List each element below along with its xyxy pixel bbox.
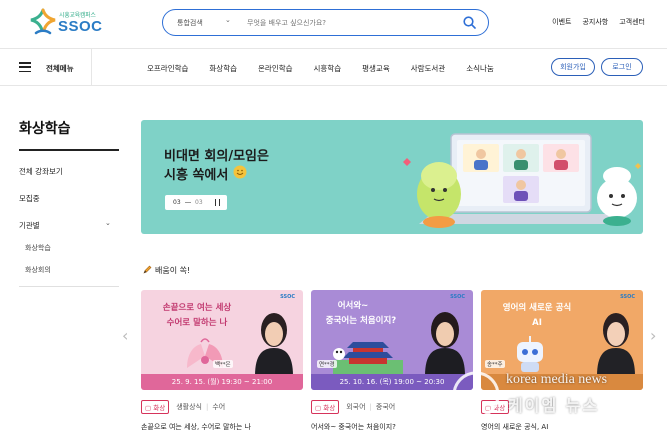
sidebar-bottom-divider	[19, 286, 119, 287]
course-title[interactable]: 손끝으로 여는 세상, 수어로 말하는 나	[141, 422, 251, 432]
course-schedule: 25. 9. 15. (월) 19:30 ~ 21:00	[141, 374, 303, 390]
link-support[interactable]: 고객센터	[619, 17, 645, 27]
site-logo[interactable]: 시흥교육캠퍼스 SSOC	[28, 8, 108, 38]
pager-current: 03	[173, 199, 181, 206]
banner-line-1: 비대면 회의/모임은	[164, 149, 269, 164]
all-menu-label: 전체메뉴	[46, 64, 74, 73]
link-notices[interactable]: 공지사항	[582, 17, 608, 27]
search-icon[interactable]	[463, 16, 476, 29]
all-menu-button[interactable]: 전체메뉴	[0, 49, 92, 86]
sidebar-divider	[19, 149, 119, 151]
ssoc-logo-mark	[30, 8, 56, 35]
course-card-2[interactable]: 어서와~ 중국어는 처음이지? SSOC 연**경 25. 10. 16. (목…	[311, 290, 473, 431]
card-logo: SSOC	[620, 294, 635, 300]
nav-items: 오프라인학습 화상학습 온라인학습 시흥학습 평생교육 사람도서관 소식나눔	[147, 63, 515, 74]
course-subcategory: 수어	[212, 403, 226, 411]
nav-item-news[interactable]: 소식나눔	[466, 63, 494, 74]
tag-separator: |	[369, 403, 372, 411]
sidebar-title: 화상학습	[19, 121, 71, 137]
site-header: 시흥교육캠퍼스 SSOC 통합검색 ⌄ 이벤트 공지사항 고객센터	[0, 0, 667, 48]
course-card-1[interactable]: 손끝으로 여는 세상 수어로 말하는 나 SSOC 백**은 25. 9. 15…	[141, 290, 303, 431]
presenter-name: 연**경	[317, 360, 337, 368]
chevron-down-icon[interactable]: ⌄	[105, 219, 111, 227]
pager-divider	[185, 202, 191, 203]
sidebar-item-by-institution[interactable]: 기관별	[19, 220, 40, 231]
nav-item-online[interactable]: 온라인학습	[258, 63, 293, 74]
thumb-line-2: AI	[532, 318, 542, 328]
smile-emoji-icon	[233, 165, 247, 179]
banner-pager: 03 03	[165, 195, 227, 210]
course-tags: ▢ 화상 외국어 | 중국어	[311, 400, 395, 414]
banner-line-2: 시흥 쏙에서	[164, 168, 229, 183]
presenter-photo	[255, 313, 293, 376]
section-title: 배움이 쏙!	[143, 265, 190, 276]
search-scope-select[interactable]: 통합검색	[177, 18, 203, 28]
thumb-line-2: 중국어는 처음이지?	[325, 316, 397, 326]
hamburger-icon[interactable]	[19, 62, 31, 73]
nav-item-human-library[interactable]: 사람도서관	[411, 63, 446, 74]
course-schedule: 25. 10. 16. (목) 19:00 ~ 20:30	[311, 374, 473, 390]
card-logo: SSOC	[450, 294, 465, 300]
thumb-line-2: 수어로 말하는 나	[166, 318, 228, 328]
news-watermark: kmn korea media news 케이엠 뉴스	[450, 365, 650, 425]
nav-item-siheung[interactable]: 시흥학습	[314, 63, 342, 74]
mode-badge: ▢ 화상	[141, 400, 170, 414]
card-logo: SSOC	[280, 294, 295, 300]
pause-icon[interactable]	[215, 199, 220, 206]
kmn-logo-text: kmn	[463, 388, 490, 403]
course-category: 생활상식	[176, 403, 202, 411]
course-subcategory: 중국어	[375, 403, 396, 411]
video-meeting-illustration	[403, 133, 641, 228]
pencil-icon	[143, 265, 152, 274]
sidebar-item-recruiting[interactable]: 모집중	[19, 193, 40, 204]
hero-banner[interactable]: 비대면 회의/모임은 시흥 쏙에서 03 03	[141, 120, 643, 234]
thumb-line-1: 어서와~	[337, 301, 369, 311]
mode-badge: ▢ 화상	[311, 400, 340, 414]
mode-badge-label: 화상	[323, 404, 336, 412]
chinese-temple-illustration	[333, 342, 403, 374]
pager-total: 03	[195, 199, 203, 206]
course-tags: ▢ 화상 생활상식 | 수어	[141, 400, 225, 414]
search-bar: 통합검색 ⌄	[162, 9, 489, 36]
thumb-line-1: 영어의 새로운 공식	[502, 303, 572, 313]
nav-item-lifelong[interactable]: 평생교육	[362, 63, 390, 74]
logo-wordmark: SSOC	[58, 18, 103, 35]
nav-item-offline[interactable]: 오프라인학습	[147, 63, 188, 74]
sidebar: 화상학습 전체 강좌보기 모집중 기관별 ⌄ 화상학습 화상회의	[19, 118, 119, 287]
course-thumbnail[interactable]: 어서와~ 중국어는 처음이지? SSOC 연**경 25. 10. 16. (목…	[311, 290, 473, 390]
carousel-prev-arrow-icon[interactable]: ‹	[122, 326, 128, 345]
sidebar-item-all-courses[interactable]: 전체 강좌보기	[19, 166, 63, 177]
login-button[interactable]: 로그인	[601, 58, 643, 76]
sidebar-subitem-video-meeting[interactable]: 화상회의	[25, 265, 51, 275]
presenter-name: 백**은	[213, 360, 233, 368]
link-events[interactable]: 이벤트	[552, 17, 571, 27]
course-category: 외국어	[346, 403, 366, 411]
signup-button[interactable]: 회원가입	[551, 58, 595, 76]
course-title[interactable]: 어서와~ 중국어는 처음이지?	[311, 422, 396, 432]
chevron-down-icon[interactable]: ⌄	[225, 16, 231, 24]
watermark-english: korea media news	[506, 372, 608, 387]
section-title-text: 배움이 쏙!	[155, 266, 191, 275]
carousel-next-arrow-icon[interactable]: ›	[650, 326, 656, 345]
course-thumbnail[interactable]: 손끝으로 여는 세상 수어로 말하는 나 SSOC 백**은 25. 9. 15…	[141, 290, 303, 390]
nav-item-video[interactable]: 화상학습	[209, 63, 237, 74]
tag-separator: |	[205, 403, 209, 411]
thumb-line-1: 손끝으로 여는 세상	[162, 303, 232, 313]
search-input[interactable]	[247, 14, 447, 31]
main-nav: 전체메뉴 오프라인학습 화상학습 온라인학습 시흥학습 평생교육 사람도서관 소…	[0, 48, 667, 86]
sidebar-subitem-video-learning[interactable]: 화상학습	[25, 243, 51, 253]
kmn-logo-icon: kmn	[452, 371, 500, 419]
mode-badge-label: 화상	[153, 404, 166, 412]
watermark-korean: 케이엠 뉴스	[508, 396, 600, 415]
utility-links: 이벤트 공지사항 고객센터	[552, 17, 645, 27]
